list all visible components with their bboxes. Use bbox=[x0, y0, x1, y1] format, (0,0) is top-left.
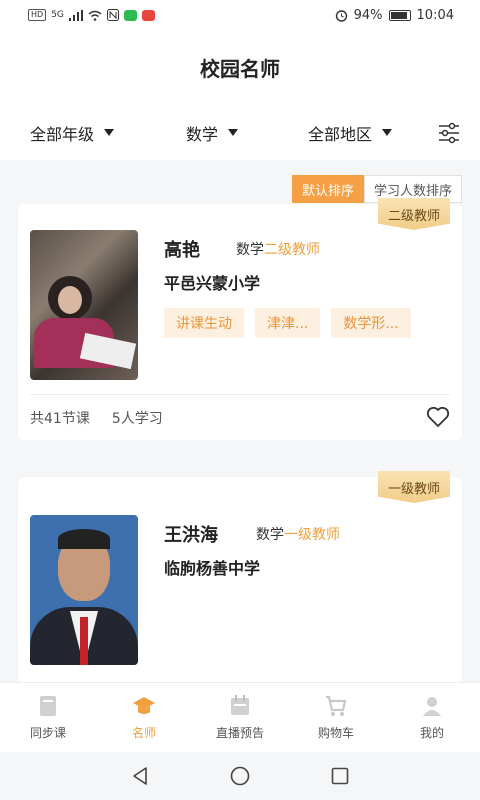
teacher-tags: 讲课生动 津津... 数学形... bbox=[164, 308, 411, 338]
teacher-tag: 数学形... bbox=[331, 308, 411, 338]
calendar-icon bbox=[231, 695, 249, 715]
tab-label: 我的 bbox=[419, 726, 444, 740]
course-meta: 共41节课 5人学习 bbox=[30, 408, 163, 428]
status-bar: HD 5G 94% 10:04 bbox=[0, 0, 480, 30]
recents-icon[interactable] bbox=[329, 765, 351, 787]
subject-label: 数学 bbox=[256, 527, 284, 543]
teacher-rank: 二级教师 bbox=[264, 242, 320, 258]
hd-indicator: HD bbox=[28, 9, 47, 21]
signal-icon bbox=[68, 9, 83, 21]
status-right: 94% 10:04 bbox=[335, 8, 454, 23]
tab-label: 同步课 bbox=[29, 726, 66, 740]
network-type: 5G bbox=[51, 10, 64, 20]
teacher-subject: 数学二级教师 bbox=[236, 239, 320, 259]
subject-filter-label: 数学 bbox=[186, 124, 219, 144]
teacher-photo bbox=[30, 230, 138, 380]
teacher-name: 高艳 bbox=[164, 240, 200, 261]
tab-label: 名师 bbox=[131, 726, 156, 740]
graduation-cap-icon bbox=[133, 697, 155, 714]
book-icon bbox=[40, 696, 56, 716]
region-filter-label: 全部地区 bbox=[308, 124, 373, 144]
page-header: 校园名师 bbox=[0, 30, 480, 105]
teacher-card[interactable]: 一级教师 王洪海 数学一级教师 临朐杨善中学 bbox=[18, 471, 462, 682]
cart-icon bbox=[326, 695, 347, 716]
status-left: HD 5G bbox=[28, 9, 155, 21]
grade-filter-label: 全部年级 bbox=[30, 124, 95, 144]
filter-bar: 全部年级 数学 全部地区 bbox=[0, 105, 480, 160]
grade-filter[interactable]: 全部年级 bbox=[30, 121, 115, 145]
caret-down-icon bbox=[382, 129, 393, 136]
teacher-rank: 一级教师 bbox=[284, 527, 340, 543]
sliders-icon[interactable] bbox=[438, 122, 460, 144]
caret-down-icon bbox=[104, 129, 115, 136]
teacher-name: 王洪海 bbox=[164, 525, 218, 546]
tab-live-preview[interactable]: 直播预告 bbox=[192, 683, 288, 752]
lesson-count: 共41节课 bbox=[30, 411, 90, 427]
teacher-card[interactable]: 二级教师 高艳 数学二级教师 平邑兴蒙小学 讲课生动 津津... 数学形... … bbox=[18, 198, 462, 440]
teacher-tag: 津津... bbox=[255, 308, 321, 338]
teacher-tag: 讲课生动 bbox=[164, 308, 244, 338]
home-icon[interactable] bbox=[229, 765, 251, 787]
page-title: 校园名师 bbox=[200, 57, 280, 81]
tab-sync-course[interactable]: 同步课 bbox=[0, 683, 96, 752]
tab-mine[interactable]: 我的 bbox=[384, 683, 480, 752]
teacher-level-badge: 二级教师 bbox=[378, 198, 450, 230]
back-icon[interactable] bbox=[129, 765, 151, 787]
card-divider bbox=[30, 394, 450, 395]
system-nav-bar bbox=[0, 752, 480, 800]
battery-icon bbox=[388, 9, 411, 21]
teacher-school: 临朐杨善中学 bbox=[164, 559, 261, 578]
wechat-icon bbox=[123, 9, 137, 21]
alarm-icon bbox=[335, 9, 347, 22]
teacher-school: 平邑兴蒙小学 bbox=[164, 274, 261, 293]
clock: 10:04 bbox=[416, 7, 454, 23]
teacher-photo bbox=[30, 515, 138, 665]
tab-label: 直播预告 bbox=[215, 726, 264, 740]
user-icon bbox=[423, 697, 441, 716]
heart-icon[interactable] bbox=[426, 406, 450, 428]
learner-count: 5人学习 bbox=[111, 411, 163, 427]
teacher-level-badge: 一级教师 bbox=[378, 471, 450, 503]
teacher-list: 默认排序 学习人数排序 二级教师 高艳 数学二级教师 平邑兴蒙小学 讲课生动 津… bbox=[0, 160, 480, 682]
subject-filter[interactable]: 数学 bbox=[186, 121, 239, 145]
nfc-icon bbox=[106, 9, 119, 21]
tab-teachers[interactable]: 名师 bbox=[96, 683, 192, 752]
bottom-tab-bar: 同步课 名师 直播预告 购物车 我的 bbox=[0, 682, 480, 752]
tab-cart[interactable]: 购物车 bbox=[288, 683, 384, 752]
tab-label: 购物车 bbox=[317, 726, 354, 740]
notification-app-icon bbox=[141, 9, 155, 21]
wifi-icon bbox=[88, 10, 102, 21]
battery-percent: 94% bbox=[353, 7, 383, 23]
teacher-subject: 数学一级教师 bbox=[256, 524, 340, 544]
caret-down-icon bbox=[228, 129, 239, 136]
region-filter[interactable]: 全部地区 bbox=[308, 121, 393, 145]
subject-label: 数学 bbox=[236, 242, 264, 258]
sort-default-button[interactable]: 默认排序 bbox=[291, 175, 364, 203]
